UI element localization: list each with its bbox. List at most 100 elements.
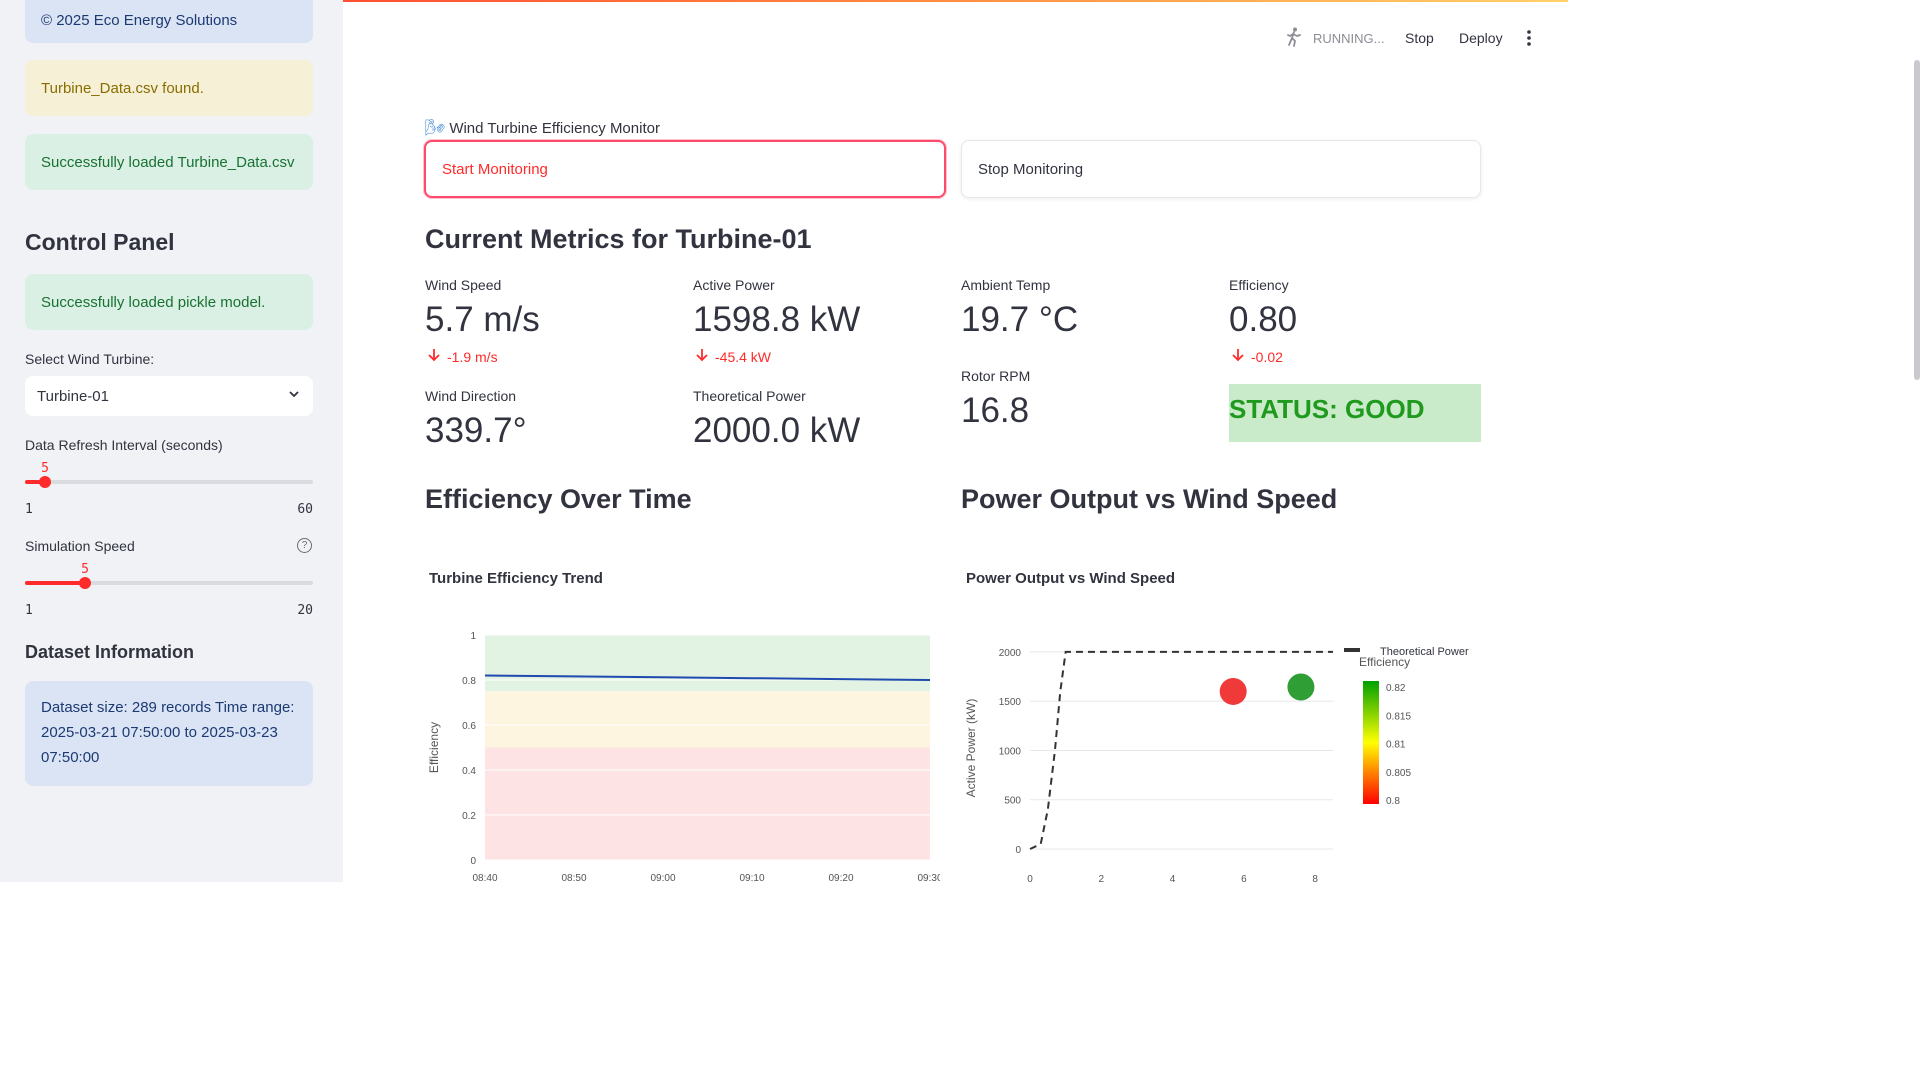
y-tick-label: 1: [470, 631, 476, 642]
dataset-info-alert: Dataset size: 289 records Time range: 20…: [25, 681, 313, 786]
y-tick-label: 0.6: [462, 721, 476, 732]
simulation-speed-slider[interactable]: 5 1 20: [25, 562, 313, 624]
colorbar-tick-label: 0.805: [1386, 768, 1411, 779]
running-man-icon: [1283, 26, 1305, 51]
x-tick-label: 09:00: [650, 873, 675, 882]
slider-value: 5: [41, 461, 49, 476]
help-icon[interactable]: ?: [297, 538, 312, 553]
y-tick-label: 0: [470, 856, 476, 867]
x-tick-label: 09:20: [828, 873, 853, 882]
metric-value-active-power: 1598.8 kW: [693, 300, 861, 339]
turbine-select-value: Turbine-01: [37, 387, 109, 405]
metric-delta-wind-speed: -1.9 m/s: [427, 348, 498, 365]
kebab-menu-icon[interactable]: [1522, 28, 1536, 48]
power-chart: 05001000150020000 2 4 6 8Active Power (kW)Th…: [964, 646, 1469, 882]
colorbar-tick-label: 0.8: [1386, 796, 1400, 807]
stop-button[interactable]: Stop: [1405, 28, 1434, 48]
metric-value-rotor-rpm: 16.8: [961, 391, 1030, 430]
metric-value-theoretical-power: 2000.0 kW: [693, 411, 861, 450]
model-loaded-alert: Successfully loaded pickle model.: [25, 274, 313, 330]
metric-label-rotor-rpm: Rotor RPM: [961, 368, 1031, 384]
metrics-title: Current Metrics for Turbine-01: [425, 224, 812, 254]
metric-label-wind-direction: Wind Direction: [425, 388, 517, 404]
threshold-band: [485, 635, 930, 692]
y-tick-label: 2000: [999, 648, 1022, 659]
running-status: RUNNING...: [1283, 26, 1385, 51]
x-tick-label: 09:30: [917, 873, 940, 882]
scrollbar[interactable]: [1914, 60, 1920, 380]
metric-label-theoretical-power: Theoretical Power: [693, 388, 806, 404]
colorbar-title: Efficiency: [1359, 655, 1410, 669]
slider-value: 5: [81, 562, 89, 577]
app-title-text: Wind Turbine Efficiency Monitor: [449, 119, 660, 137]
dataset-info-title: Dataset Information: [25, 642, 195, 662]
arrow-down-icon: [695, 348, 709, 365]
y-tick-label: 0.2: [462, 811, 476, 822]
metric-value-ambient-temp: 19.7 °C: [961, 300, 1079, 339]
metric-label-efficiency: Efficiency: [1229, 277, 1289, 293]
colorbar-tick-label: 0.82: [1386, 683, 1406, 694]
app-title: 🌬 Wind Turbine Efficiency Monitor: [425, 118, 660, 138]
metric-label-ambient-temp: Ambient Temp: [961, 277, 1051, 293]
slider-track: [25, 480, 313, 484]
file-loaded-alert: Successfully loaded Turbine_Data.csv: [25, 134, 313, 190]
efficiency-chart: 0 0.2 0.4 0.6 0.8 1 08:40 08:50 09:00 09:10 09:20 0…: [427, 631, 940, 882]
colorbar-tick-label: 0.81: [1386, 740, 1406, 751]
x-tick-label: 08:50: [561, 873, 586, 882]
copyright-alert: © 2025 Eco Energy Solutions: [25, 0, 313, 43]
metric-value-wind-speed: 5.7 m/s: [425, 300, 540, 339]
x-tick-label: 08:40: [472, 873, 497, 882]
metric-label-wind-speed: Wind Speed: [425, 277, 502, 293]
turbine-select[interactable]: Turbine-01: [25, 376, 313, 416]
slider-thumb[interactable]: [79, 577, 91, 589]
metric-value-wind-direction: 339.7°: [425, 411, 527, 450]
y-tick-label: 0: [1015, 845, 1021, 856]
slider-max: 20: [297, 603, 313, 618]
y-tick-label: 500: [1004, 796, 1021, 807]
threshold-band: [485, 691, 930, 748]
delta-text: -1.9 m/s: [447, 348, 498, 365]
select-turbine-label: Select Wind Turbine:: [25, 351, 155, 367]
stop-monitoring-button[interactable]: Stop Monitoring: [961, 140, 1481, 198]
arrow-down-icon: [1231, 348, 1245, 365]
slider-min: 1: [25, 502, 33, 517]
metric-label-active-power: Active Power: [693, 277, 775, 293]
power-section-title: Power Output vs Wind Speed: [961, 484, 1338, 514]
y-tick-label: 0.4: [462, 766, 476, 777]
y-tick-label: 1000: [999, 746, 1022, 757]
x-tick-label: 4: [1170, 874, 1176, 882]
colorbar-tick-label: 0.815: [1386, 711, 1411, 722]
efficiency-chart-title: Turbine Efficiency Trend: [429, 570, 603, 587]
status-badge: STATUS: GOOD: [1229, 384, 1481, 442]
colorbar: [1363, 681, 1379, 804]
running-label: RUNNING...: [1313, 30, 1385, 46]
delta-text: -0.02: [1251, 348, 1283, 365]
slider-min: 1: [25, 603, 33, 618]
slider-max: 60: [297, 502, 313, 517]
x-tick-label: 09:10: [739, 873, 764, 882]
start-monitoring-button[interactable]: Start Monitoring: [424, 140, 946, 198]
arrow-down-icon: [427, 348, 441, 365]
refresh-interval-slider[interactable]: 5 1 60: [25, 461, 313, 523]
y-tick-label: 1500: [999, 697, 1022, 708]
y-axis-label: Active Power (kW): [964, 699, 978, 798]
chevron-down-icon: [287, 387, 301, 405]
efficiency-section-title: Efficiency Over Time: [425, 484, 692, 514]
control-panel-title: Control Panel: [25, 229, 175, 255]
x-tick-label: 0: [1027, 874, 1033, 882]
metric-value-efficiency: 0.80: [1229, 300, 1298, 339]
x-tick-label: 2: [1099, 874, 1105, 882]
slider-fill: [25, 581, 85, 585]
deploy-button[interactable]: Deploy: [1459, 28, 1503, 48]
sidebar: © 2025 Eco Energy Solutions Turbine_Data…: [0, 0, 343, 882]
slider-thumb[interactable]: [39, 476, 51, 488]
metric-delta-active-power: -45.4 kW: [695, 348, 771, 365]
y-axis-label: Efficiency: [427, 722, 441, 773]
y-tick-label: 0.8: [462, 676, 476, 687]
metric-delta-efficiency: -0.02: [1231, 348, 1283, 365]
delta-text: -45.4 kW: [715, 348, 772, 365]
simulation-speed-label: Simulation Speed: [25, 538, 135, 554]
wind-icon: 🌬: [425, 120, 446, 137]
file-found-alert: Turbine_Data.csv found.: [25, 60, 313, 116]
scatter-point: [1219, 677, 1247, 705]
